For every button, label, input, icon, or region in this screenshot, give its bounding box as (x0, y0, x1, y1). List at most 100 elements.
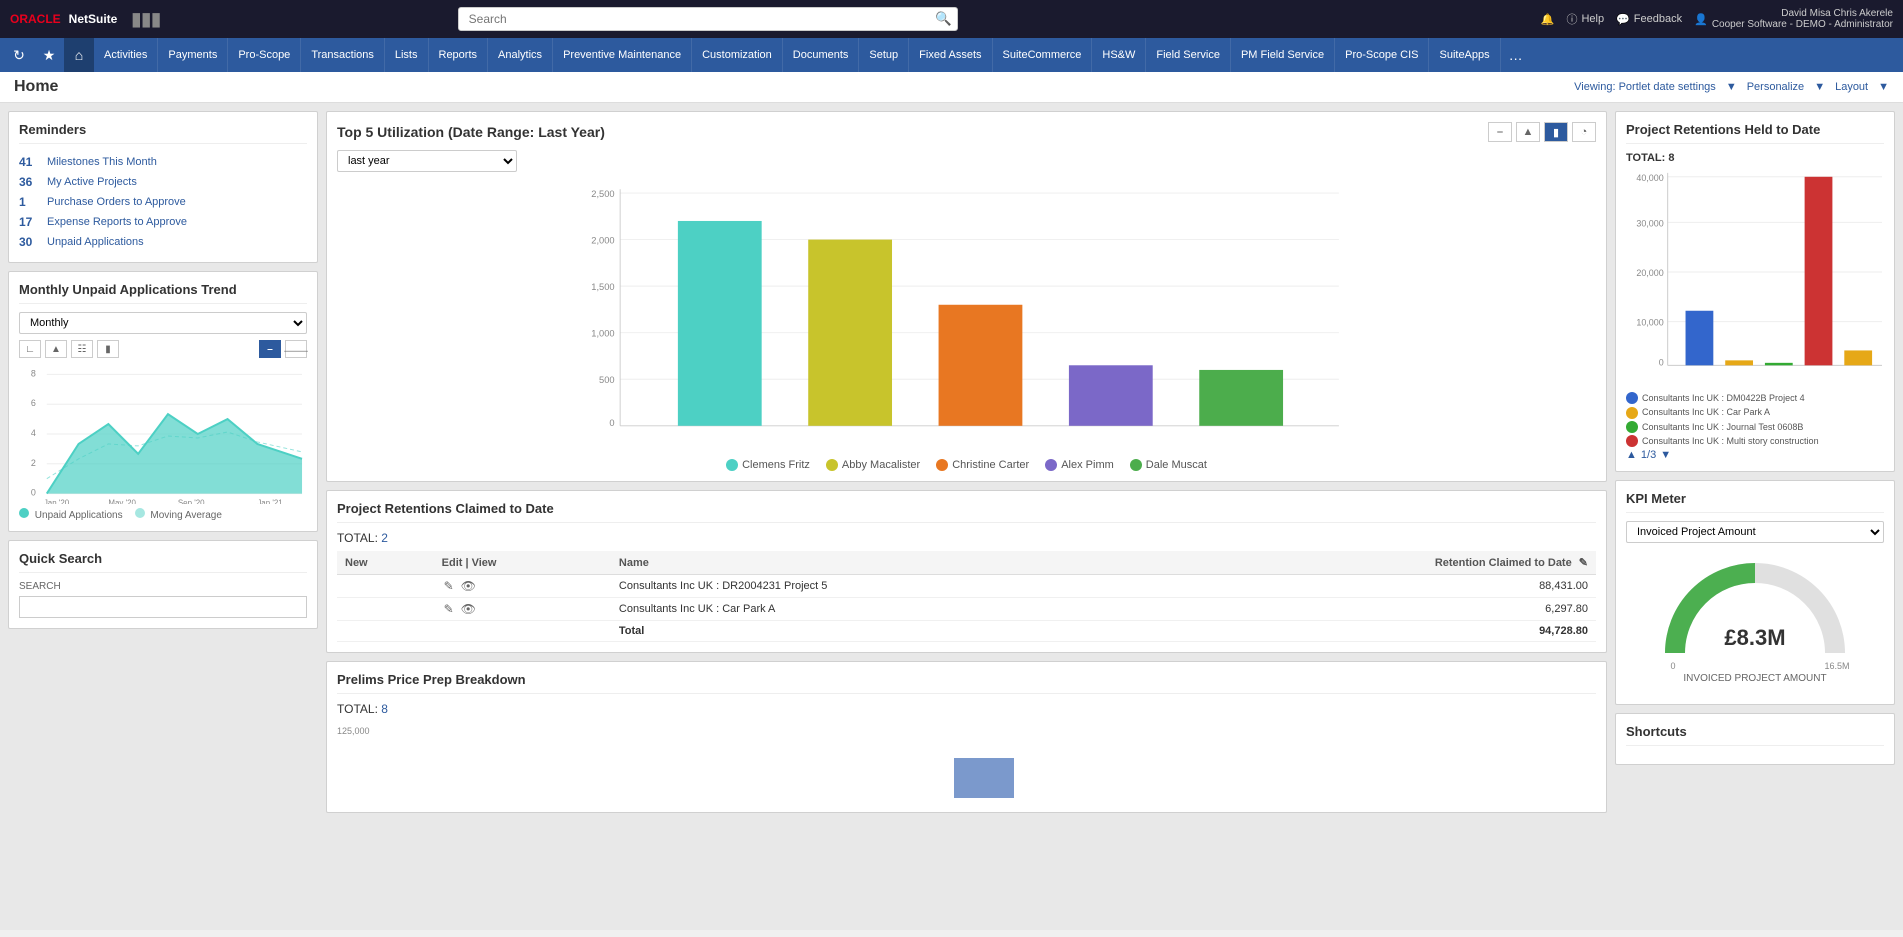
nav-item-pm-field-service[interactable]: PM Field Service (1231, 38, 1335, 72)
legend-carpark-label: Consultants Inc UK : Car Park A (1642, 405, 1770, 419)
nav-item-hsw[interactable]: HS&W (1092, 38, 1146, 72)
legend-christine-label: Christine Carter (952, 459, 1029, 471)
viewing-portlet-link[interactable]: Viewing: Portlet date settings (1574, 81, 1716, 93)
retentions-claimed-title: Project Retentions Claimed to Date (337, 501, 1596, 523)
legend-journal: Consultants Inc UK : Journal Test 0608B (1626, 420, 1884, 434)
legend-clemens: Clemens Fritz (726, 459, 810, 471)
line-ctrl-btn[interactable]: ⎯ (1488, 122, 1512, 142)
reminders-list: 41Milestones This Month36My Active Proje… (19, 152, 307, 252)
search-container: 🔍 (458, 7, 958, 31)
pagination-label: 1/3 (1641, 449, 1656, 461)
monthly-trend-title: Monthly Unpaid Applications Trend (19, 282, 307, 304)
area-ctrl-btn[interactable]: ▲ (1516, 122, 1540, 142)
legend-dale-label: Dale Muscat (1146, 459, 1207, 471)
moving-avg-legend-dot (135, 508, 145, 518)
pie-ctrl-btn[interactable]: ◔ (1572, 122, 1596, 142)
dash-icon-btn[interactable]: ⸻ (285, 340, 307, 358)
nav-item-fixed-assets[interactable]: Fixed Assets (909, 38, 992, 72)
bar-ctrl-btn[interactable]: ▮ (1544, 122, 1568, 142)
unpaid-legend-item: Unpaid Applications (19, 508, 123, 521)
nav-house-icon[interactable]: ⌂ (64, 38, 94, 72)
search-button[interactable]: 🔍 (935, 11, 952, 27)
top-right-area: 🔔 ⓘ Help 💬 Feedback 👤 David Misa Chris A… (1541, 8, 1893, 30)
nav-item-field-service[interactable]: Field Service (1146, 38, 1231, 72)
nav-item-lists[interactable]: Lists (385, 38, 429, 72)
prelims-bar (954, 758, 1014, 798)
monthly-trend-card: Monthly Unpaid Applications Trend Monthl… (8, 271, 318, 532)
feedback-icon: 💬 (1616, 13, 1630, 26)
view-icon[interactable]: 👁 (461, 602, 476, 616)
legend-carpark: Consultants Inc UK : Car Park A (1626, 405, 1884, 419)
user-item[interactable]: 👤 David Misa Chris Akerele Cooper Softwa… (1694, 8, 1893, 30)
bar-mini-icon-btn[interactable]: ▮ (97, 340, 119, 358)
nav-home-icon[interactable]: ↻ (4, 38, 34, 72)
prelims-total-link[interactable]: 8 (381, 702, 388, 716)
blue-wave-icon-btn[interactable]: ⎯ (259, 340, 281, 358)
nav-item-documents[interactable]: Documents (783, 38, 860, 72)
nav-item-preventive-maintenance[interactable]: Preventive Maintenance (553, 38, 692, 72)
line-chart-icon-btn[interactable]: ∟ (19, 340, 41, 358)
nav-item-reports[interactable]: Reports (429, 38, 489, 72)
nav-item-activities[interactable]: Activities (94, 38, 158, 72)
legend-dale-dot (1130, 459, 1142, 471)
nav-item-payments[interactable]: Payments (158, 38, 228, 72)
nav-item-pro-scope[interactable]: Pro-Scope (228, 38, 301, 72)
legend-alex-dot (1045, 459, 1057, 471)
reminder-link[interactable]: Milestones This Month (47, 156, 157, 168)
reminder-link[interactable]: Unpaid Applications (47, 236, 144, 248)
quick-search-input[interactable] (19, 596, 307, 618)
total-row: Total 94,728.80 (337, 621, 1596, 642)
retentions-claimed-card: Project Retentions Claimed to Date TOTAL… (326, 490, 1607, 653)
edit-col-icon[interactable]: ✎ (1579, 557, 1588, 569)
feedback-item[interactable]: 💬 Feedback (1616, 13, 1682, 26)
help-item[interactable]: ⓘ Help (1566, 11, 1604, 27)
nav-item-customization[interactable]: Customization (692, 38, 783, 72)
monthly-trend-dropdown[interactable]: Monthly (19, 312, 307, 334)
nav-more-button[interactable]: … (1501, 38, 1531, 72)
pagination[interactable]: ▲ 1/3 ▼ (1626, 449, 1884, 461)
nav-item-analytics[interactable]: Analytics (488, 38, 553, 72)
view-icon[interactable]: 👁 (461, 579, 476, 593)
reminder-link[interactable]: My Active Projects (47, 176, 137, 188)
right-panel: Project Retentions Held to Date TOTAL: 8… (1615, 111, 1895, 922)
svg-text:0: 0 (1670, 661, 1675, 671)
reminder-link[interactable]: Purchase Orders to Approve (47, 196, 186, 208)
nav-bar: ↻ ★ ⌂ ActivitiesPaymentsPro-ScopeTransac… (0, 38, 1903, 72)
nav-items-container: ActivitiesPaymentsPro-ScopeTransactionsL… (94, 38, 1501, 72)
search-input[interactable] (458, 7, 958, 31)
area-chart-icon-btn[interactable]: ▲ (45, 340, 67, 358)
nav-item-pro-scope-cis[interactable]: Pro-Scope CIS (1335, 38, 1429, 72)
reminder-link[interactable]: Expense Reports to Approve (47, 216, 187, 228)
nav-item-transactions[interactable]: Transactions (301, 38, 385, 72)
reminders-title: Reminders (19, 122, 307, 144)
cell-new (337, 575, 434, 598)
legend-multi-dot (1626, 435, 1638, 447)
bar-dale (1199, 370, 1283, 426)
utilization-dropdown[interactable]: last year this year last month this mont… (337, 150, 517, 172)
reminder-count: 36 (19, 175, 43, 189)
help-icon: ⓘ (1566, 11, 1577, 27)
retentions-claimed-total-link[interactable]: 2 (381, 531, 388, 545)
edit-icon[interactable]: ✎ (444, 602, 454, 616)
nav-star-icon[interactable]: ★ (34, 38, 64, 72)
nav-item-setup[interactable]: Setup (859, 38, 909, 72)
main-content: Reminders 41Milestones This Month36My Ac… (0, 103, 1903, 930)
svg-text:0: 0 (609, 418, 614, 428)
layout-link[interactable]: Layout (1835, 81, 1868, 93)
kpi-meter-dropdown[interactable]: Invoiced Project Amount Project Margin B… (1626, 521, 1884, 543)
layout-chevron-icon: ▼ (1878, 81, 1889, 93)
table-icon-btn[interactable]: ☷ (71, 340, 93, 358)
svg-text:16.5M: 16.5M (1824, 661, 1849, 671)
personalize-link[interactable]: Personalize (1747, 81, 1804, 93)
nav-item-suitecommerce[interactable]: SuiteCommerce (993, 38, 1093, 72)
total-amount: 94,728.80 (1173, 621, 1596, 642)
shortcuts-title: Shortcuts (1626, 724, 1884, 746)
edit-icon[interactable]: ✎ (444, 579, 454, 593)
nav-item-suiteapps[interactable]: SuiteApps (1429, 38, 1500, 72)
oracle-logo: ORACLE (10, 12, 61, 26)
notifications-item[interactable]: 🔔 (1541, 13, 1555, 26)
reminder-item: 36 My Active Projects (19, 172, 307, 192)
search-label: SEARCH (19, 581, 307, 592)
moving-avg-legend-item: Moving Average (135, 508, 222, 521)
gauge-svg: £8.3M 0 16.5M (1655, 553, 1855, 673)
